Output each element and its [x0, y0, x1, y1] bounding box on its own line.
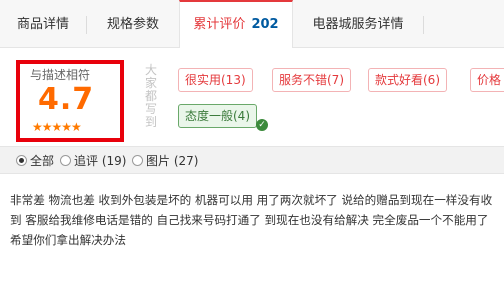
tab-bar: 商品详情 规格参数 累计评价 202 电器城服务详情: [0, 0, 504, 49]
tags-heading: 大家都写到: [144, 63, 157, 129]
tag-nice-style[interactable]: 款式好看(6): [368, 68, 447, 92]
tag-average-attitude[interactable]: 态度一般(4): [178, 104, 257, 128]
tag-good-service[interactable]: 服务不错(7): [272, 68, 351, 92]
score-highlight-box: 与描述相符 4.7 ★★★★★: [16, 60, 124, 142]
filter-follow-up[interactable]: 追评 (19): [60, 147, 126, 175]
radio-button[interactable]: [60, 155, 71, 166]
filter-label: 追评 (19): [74, 154, 127, 168]
score-label: 与描述相符: [30, 68, 91, 82]
tab-label: 规格参数: [106, 17, 159, 32]
filter-label: 图片 (27): [146, 154, 199, 168]
score-value: 4.7: [38, 82, 95, 117]
check-icon: ✓: [256, 119, 268, 131]
filter-images[interactable]: 图片 (27): [132, 147, 198, 175]
review-count: 202: [251, 17, 279, 32]
tag-practical[interactable]: 很实用(13): [178, 68, 253, 92]
tab-product-details[interactable]: 商品详情: [0, 0, 86, 48]
filter-bar: 全部 追评 (19) 图片 (27): [0, 146, 504, 174]
tab-divider: [423, 16, 424, 34]
star-rating-icon: ★★★★★: [32, 120, 82, 134]
tag-price[interactable]: 价格: [470, 68, 504, 92]
radio-button[interactable]: [16, 155, 27, 166]
tab-label: 电器城服务详情: [312, 17, 404, 32]
filter-all[interactable]: 全部: [16, 147, 54, 175]
tab-label: 商品详情: [16, 17, 69, 32]
tab-reviews[interactable]: 累计评价 202: [179, 0, 293, 49]
tab-specifications[interactable]: 规格参数: [87, 0, 179, 48]
review-text: 非常差 物流也差 收到外包装是坏的 机器可以用 用了两次就坏了 说给的赠品到现在…: [10, 193, 493, 247]
radio-button[interactable]: [132, 155, 143, 166]
filter-label: 全部: [30, 154, 55, 168]
rating-panel: 与描述相符 4.7 ★★★★★ 大家都写到 很实用(13) 服务不错(7) 款式…: [0, 48, 504, 146]
tab-service-details[interactable]: 电器城服务详情: [293, 0, 423, 48]
tab-label: 累计评价: [193, 17, 246, 32]
